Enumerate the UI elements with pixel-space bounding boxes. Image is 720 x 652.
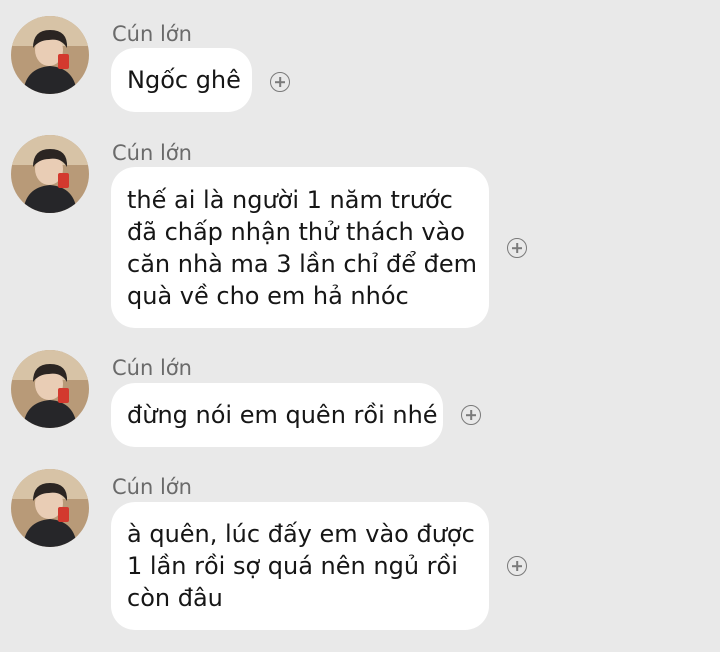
message-text-line: quà về cho em hả nhóc: [127, 282, 409, 310]
avatar[interactable]: [11, 350, 89, 428]
message-text-line: đã chấp nhận thử thách vào: [127, 218, 465, 246]
message-text-line: đừng nói em quên rồi nhé: [127, 401, 438, 429]
avatar[interactable]: [11, 469, 89, 547]
message-bubble[interactable]: à quên, lúc đấy em vào được 1 lần rồi sợ…: [111, 502, 489, 630]
sender-name: Cún lớn: [112, 22, 192, 46]
message-text-line: 1 lần rồi sợ quá nên ngủ rồi: [127, 552, 458, 580]
message-bubble[interactable]: đừng nói em quên rồi nhé: [111, 383, 443, 447]
avatar[interactable]: [11, 135, 89, 213]
add-reaction-icon[interactable]: [507, 238, 527, 258]
message-text-line: Ngốc ghê: [127, 66, 241, 94]
message-bubble[interactable]: thế ai là người 1 năm trước đã chấp nhận…: [111, 167, 489, 328]
add-reaction-icon[interactable]: [461, 405, 481, 425]
add-reaction-icon[interactable]: [270, 72, 290, 92]
avatar[interactable]: [11, 16, 89, 94]
message-text-line: à quên, lúc đấy em vào được: [127, 520, 475, 548]
add-reaction-icon[interactable]: [507, 556, 527, 576]
message-text-line: còn đâu: [127, 584, 223, 612]
message-text-line: thế ai là người 1 năm trước: [127, 186, 453, 214]
message-text-line: căn nhà ma 3 lần chỉ để đem: [127, 250, 478, 278]
sender-name: Cún lớn: [112, 356, 192, 380]
sender-name: Cún lớn: [112, 475, 192, 499]
sender-name: Cún lớn: [112, 141, 192, 165]
message-bubble[interactable]: Ngốc ghê: [111, 48, 252, 112]
